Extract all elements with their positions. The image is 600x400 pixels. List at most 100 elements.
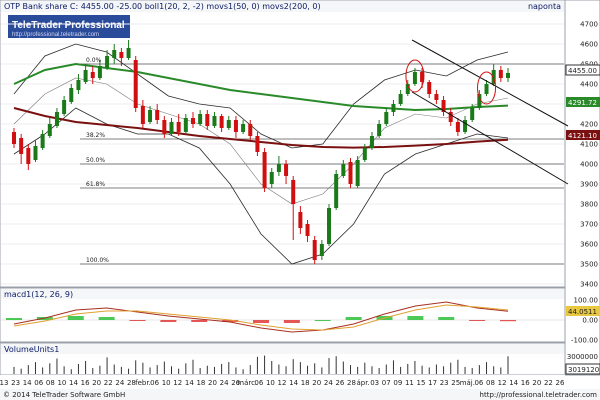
y-tick-label: 4000 xyxy=(580,161,598,169)
macd-value-label: 44.0511 xyxy=(568,308,597,316)
macd-histogram-bar xyxy=(407,316,424,320)
x-tick-label: 22 xyxy=(104,379,113,387)
x-tick-label: 14 xyxy=(289,379,298,387)
x-tick-label: 14 xyxy=(69,379,78,387)
fib-label: 61.8% xyxy=(86,181,105,188)
candle-body xyxy=(291,180,296,204)
watermark-brand: TeleTrader Professional xyxy=(12,20,125,31)
candle-body xyxy=(427,82,432,94)
candle-body xyxy=(384,112,389,124)
footer-url: http://professional.teletrader.com xyxy=(480,391,598,399)
candle-body xyxy=(33,146,38,160)
candle-body xyxy=(205,114,210,126)
x-tick-label: 03 xyxy=(370,379,379,387)
candle-body xyxy=(198,114,203,124)
macd-histogram-bar xyxy=(67,316,84,320)
x-tick-label: 08 xyxy=(486,379,495,387)
x-tick-label: 26 xyxy=(335,379,344,387)
y-tick-label: 4600 xyxy=(580,41,598,49)
candle-body xyxy=(298,212,303,228)
candle-body xyxy=(327,208,332,244)
macd-tick-label: -100.00 xyxy=(571,337,598,345)
candle-body xyxy=(176,122,181,132)
candle-body xyxy=(226,120,231,128)
candle-body xyxy=(19,138,24,154)
x-tick-label: 18 xyxy=(196,379,205,387)
candle-body xyxy=(133,60,138,108)
ma50-label: 4291.72 xyxy=(568,99,597,107)
candle-body xyxy=(506,73,510,78)
volume-tick-label: 3000000 xyxy=(567,353,598,361)
candle-body xyxy=(248,124,253,136)
candle-body xyxy=(233,120,238,132)
y-tick-label: 3700 xyxy=(580,221,598,229)
y-tick-label: 4400 xyxy=(580,81,598,89)
watermark-url: http://professional.teletrader.com xyxy=(12,32,99,38)
ma200-label: 4121.10 xyxy=(568,132,597,140)
x-tick-label: 12 xyxy=(498,379,507,387)
candle-body xyxy=(412,72,417,84)
candle-body xyxy=(112,50,117,58)
x-tick-label: 23 xyxy=(440,379,449,387)
x-tick-label: 14 xyxy=(23,379,32,387)
candle-body xyxy=(377,124,382,136)
x-tick-label: 13 xyxy=(0,379,8,387)
candle-body xyxy=(276,164,281,172)
x-tick-label: 11 xyxy=(405,379,414,387)
candle-body xyxy=(255,136,260,152)
y-tick-label: 4200 xyxy=(580,121,598,129)
candle-body xyxy=(305,224,310,236)
candle-body xyxy=(148,110,153,122)
candle-body xyxy=(190,118,195,124)
macd-histogram-bar xyxy=(129,320,146,321)
macd-histogram-bar xyxy=(283,320,300,323)
macd-histogram-bar xyxy=(500,320,516,322)
macd-histogram-bar xyxy=(98,317,115,320)
candle-body xyxy=(126,48,131,58)
candle-body xyxy=(470,108,475,120)
candle-body xyxy=(69,88,74,102)
y-tick-label: 3400 xyxy=(580,281,598,289)
candle-body xyxy=(341,164,346,176)
macd-histogram-bar xyxy=(191,320,208,322)
candle-body xyxy=(241,124,246,132)
candle-body xyxy=(183,118,188,132)
candle-body xyxy=(140,106,145,124)
x-tick-label: 09 xyxy=(393,379,402,387)
y-tick-label: 4100 xyxy=(580,141,598,149)
candle-body xyxy=(362,148,367,160)
x-tick-label: 06 xyxy=(150,379,159,387)
x-tick-label: 20 xyxy=(312,379,321,387)
candle-body xyxy=(284,164,289,176)
candle-body xyxy=(219,116,224,128)
macd-tick-label: 100.00 xyxy=(574,297,599,305)
x-tick-label: 06 xyxy=(34,379,43,387)
x-tick-label: 10 xyxy=(162,379,171,387)
x-tick-label: máj. xyxy=(460,379,475,387)
x-tick-label: 22 xyxy=(544,379,553,387)
candle-body xyxy=(40,134,45,148)
macd-title-bar xyxy=(1,289,564,299)
x-tick-label: 24 xyxy=(324,379,333,387)
candle-body xyxy=(83,70,88,82)
x-tick-label: febr. xyxy=(135,379,151,387)
candle-body xyxy=(119,52,124,58)
y-tick-label: 4700 xyxy=(580,21,598,29)
x-tick-label: 26 xyxy=(556,379,565,387)
y-tick-label: 3800 xyxy=(580,201,598,209)
volume-value-label: 3019120 xyxy=(568,366,599,374)
x-tick-label: 07 xyxy=(382,379,391,387)
x-tick-label: 10 xyxy=(266,379,275,387)
candle-body xyxy=(105,56,110,68)
fib-label: 38.2% xyxy=(86,132,105,139)
macd-histogram-bar xyxy=(160,320,177,322)
x-tick-label: 20 xyxy=(532,379,541,387)
candle-body xyxy=(355,160,360,186)
fib-label: 100.0% xyxy=(86,257,109,264)
macd-histogram-bar xyxy=(438,317,455,320)
y-tick-label: 3500 xyxy=(580,261,598,269)
x-tick-label: 14 xyxy=(509,379,518,387)
y-tick-label: 3600 xyxy=(580,241,598,249)
fib-label: 0.0% xyxy=(86,57,102,64)
candle-body xyxy=(484,84,489,94)
